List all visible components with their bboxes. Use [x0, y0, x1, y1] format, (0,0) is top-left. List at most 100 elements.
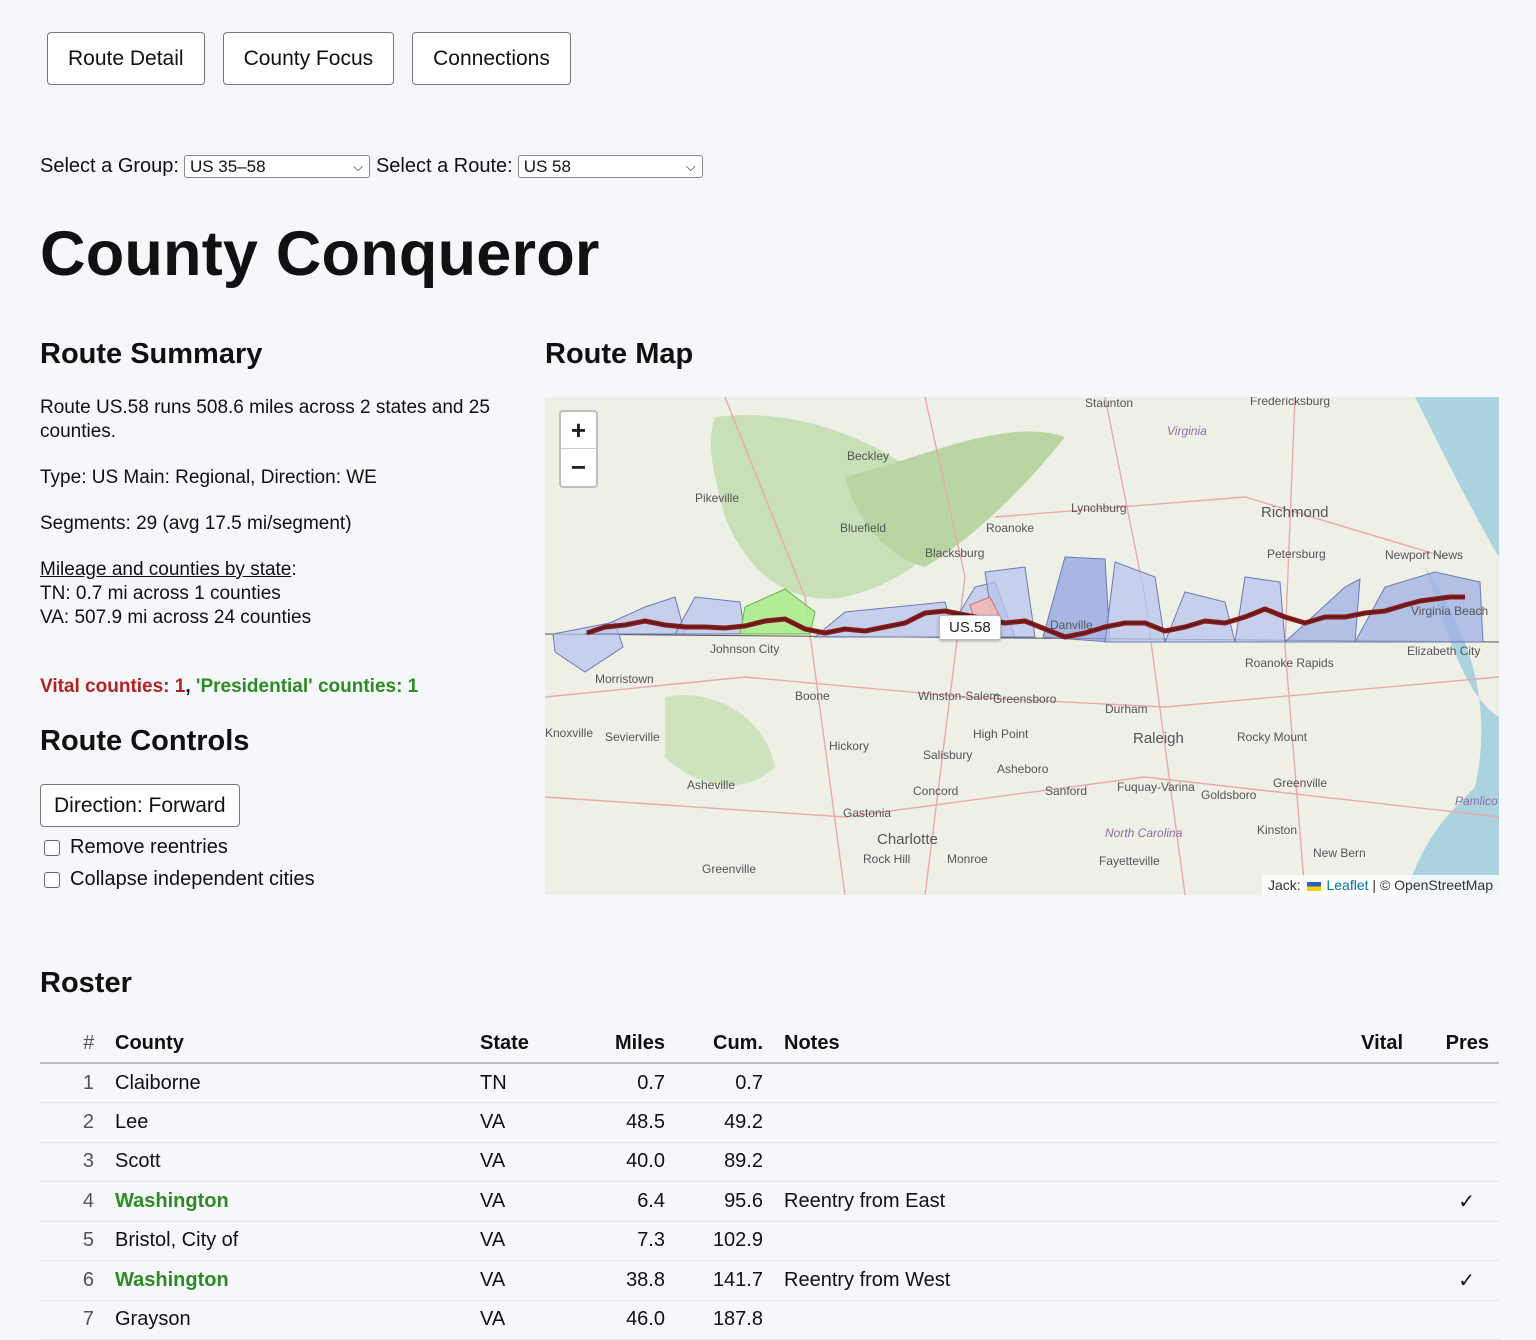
roster-heading: Roster	[40, 967, 132, 999]
presidential-mark	[1419, 1102, 1499, 1143]
row-number: 7	[40, 1300, 114, 1340]
place-label: Fuquay-Varina	[1117, 780, 1195, 794]
presidential-mark	[1419, 1221, 1499, 1261]
table-row[interactable]: 3 Scott VA 40.0 89.2	[40, 1142, 1499, 1182]
place-label: Virginia	[1167, 424, 1207, 438]
vital-mark	[1324, 1260, 1419, 1301]
col-header-vital[interactable]: Vital	[1324, 1025, 1419, 1064]
state-code: VA	[479, 1300, 564, 1340]
chevron-down-icon: ⌵	[685, 159, 696, 174]
place-label: Rocky Mount	[1237, 730, 1308, 744]
state-code: VA	[479, 1102, 564, 1143]
place-label: Pamlico Sound	[1455, 794, 1499, 808]
cumulative-miles: 141.7	[666, 1260, 764, 1301]
forest-area	[665, 695, 775, 786]
direction-button[interactable]: Direction: Forward	[40, 784, 240, 827]
county-name: Washington	[114, 1260, 479, 1301]
place-label: Asheville	[687, 778, 735, 792]
by-state-label: Mileage and counties by state	[40, 559, 292, 580]
route-controls-heading: Route Controls	[40, 725, 250, 757]
notes-text: Reentry from West	[764, 1260, 1324, 1301]
place-label: Winston-Salem	[918, 689, 999, 703]
table-row[interactable]: 5 Bristol, City of VA 7.3 102.9	[40, 1221, 1499, 1261]
checkbox-box[interactable]	[44, 839, 60, 856]
group-select[interactable]: US 35–58 ⌵	[183, 155, 370, 178]
zoom-in-button[interactable]: +	[561, 412, 596, 449]
place-label: Johnson City	[710, 642, 779, 656]
place-label: Richmond	[1261, 504, 1329, 521]
place-label: Lynchburg	[1071, 501, 1127, 515]
place-label: Concord	[913, 784, 958, 798]
place-label: Sevierville	[605, 730, 660, 744]
place-label: Fayetteville	[1099, 854, 1160, 868]
remove-reentries-label: Remove reentries	[70, 836, 228, 858]
place-label: Sanford	[1045, 784, 1087, 798]
col-header-notes[interactable]: Notes	[764, 1025, 1324, 1064]
map-canvas: Staunton Fredericksburg Virginia Beckley Pik…	[545, 397, 1499, 895]
table-row[interactable]: 2 Lee VA 48.5 49.2	[40, 1102, 1499, 1143]
page-title: County Conqueror	[40, 219, 600, 289]
county-name: Lee	[114, 1102, 479, 1143]
notes-text	[764, 1300, 1324, 1340]
place-label: Staunton	[1085, 397, 1133, 410]
tab-route-detail[interactable]: Route Detail	[47, 32, 205, 85]
notes-text	[764, 1221, 1324, 1261]
presidential-mark	[1419, 1142, 1499, 1182]
place-label: Pikeville	[695, 491, 739, 505]
place-label: Danville	[1050, 618, 1093, 632]
col-header-pres[interactable]: Pres	[1419, 1025, 1499, 1064]
route-select[interactable]: US 58 ⌵	[517, 155, 703, 178]
table-row[interactable]: 7 Grayson VA 46.0 187.8	[40, 1300, 1499, 1340]
checkbox-box[interactable]	[44, 871, 60, 888]
state-code: VA	[479, 1221, 564, 1261]
route-map[interactable]: Staunton Fredericksburg Virginia Beckley Pik…	[545, 397, 1499, 895]
roster-table: # County State Miles Cum. Notes Vital Pr…	[40, 1025, 1499, 1340]
remove-reentries-checkbox[interactable]: Remove reentries	[44, 836, 228, 859]
notes-text: Reentry from East	[764, 1181, 1324, 1222]
row-number: 1	[40, 1063, 114, 1103]
collapse-cities-checkbox[interactable]: Collapse independent cities	[44, 868, 315, 891]
county-name: Washington	[114, 1181, 479, 1222]
cumulative-miles: 0.7	[666, 1063, 764, 1103]
county-name: Bristol, City of	[114, 1221, 479, 1261]
place-label: Kinston	[1257, 823, 1297, 837]
place-label: Salisbury	[923, 748, 972, 762]
presidential-mark: ✓	[1419, 1260, 1499, 1301]
chevron-down-icon: ⌵	[353, 159, 363, 174]
roster-header-row: # County State Miles Cum. Notes Vital Pr…	[40, 1025, 1499, 1064]
route-select-value: US 58	[523, 157, 571, 176]
table-row[interactable]: 1 Claiborne TN 0.7 0.7	[40, 1063, 1499, 1103]
col-header-miles[interactable]: Miles	[564, 1025, 666, 1064]
route-select-label: Select a Route:	[375, 155, 513, 177]
presidential-mark	[1419, 1063, 1499, 1103]
presidential-mark: ✓	[1419, 1181, 1499, 1222]
county-name: Scott	[114, 1142, 479, 1182]
roster-body: 1 Claiborne TN 0.7 0.7 2 Lee VA 48.5 49.2 3 Scott VA…	[40, 1063, 1499, 1340]
zoom-out-button[interactable]: −	[561, 449, 596, 486]
table-row[interactable]: 4 Washington VA 6.4 95.6 Reentry from East ✓	[40, 1181, 1499, 1222]
col-header-county[interactable]: County	[114, 1025, 479, 1064]
place-label: Rock Hill	[863, 852, 910, 866]
cumulative-miles: 187.8	[666, 1300, 764, 1340]
county-shape	[1283, 578, 1361, 643]
summary-segments: Segments: 29 (avg 17.5 mi/segment)	[40, 513, 352, 534]
miles-value: 6.4	[564, 1181, 666, 1222]
col-header-number[interactable]: #	[40, 1025, 114, 1064]
leaflet-link[interactable]: Leaflet	[1326, 877, 1368, 893]
miles-value: 40.0	[564, 1142, 666, 1182]
table-row[interactable]: 6 Washington VA 38.8 141.7 Reentry from West ✓	[40, 1260, 1499, 1301]
tab-county-focus[interactable]: County Focus	[222, 32, 395, 85]
notes-text	[764, 1063, 1324, 1103]
col-header-state[interactable]: State	[479, 1025, 564, 1064]
cumulative-miles: 89.2	[666, 1142, 764, 1182]
place-label: Elizabeth City	[1407, 644, 1480, 658]
col-header-cum[interactable]: Cum.	[666, 1025, 764, 1064]
state-line-va: VA: 507.9 mi across 24 counties	[40, 607, 312, 628]
vital-mark	[1324, 1181, 1419, 1222]
tab-connections[interactable]: Connections	[412, 32, 571, 85]
miles-value: 48.5	[564, 1102, 666, 1143]
place-label: Greensboro	[993, 692, 1057, 706]
cumulative-miles: 95.6	[666, 1181, 764, 1222]
place-label: Goldsboro	[1201, 788, 1257, 802]
notes-text	[764, 1142, 1324, 1182]
